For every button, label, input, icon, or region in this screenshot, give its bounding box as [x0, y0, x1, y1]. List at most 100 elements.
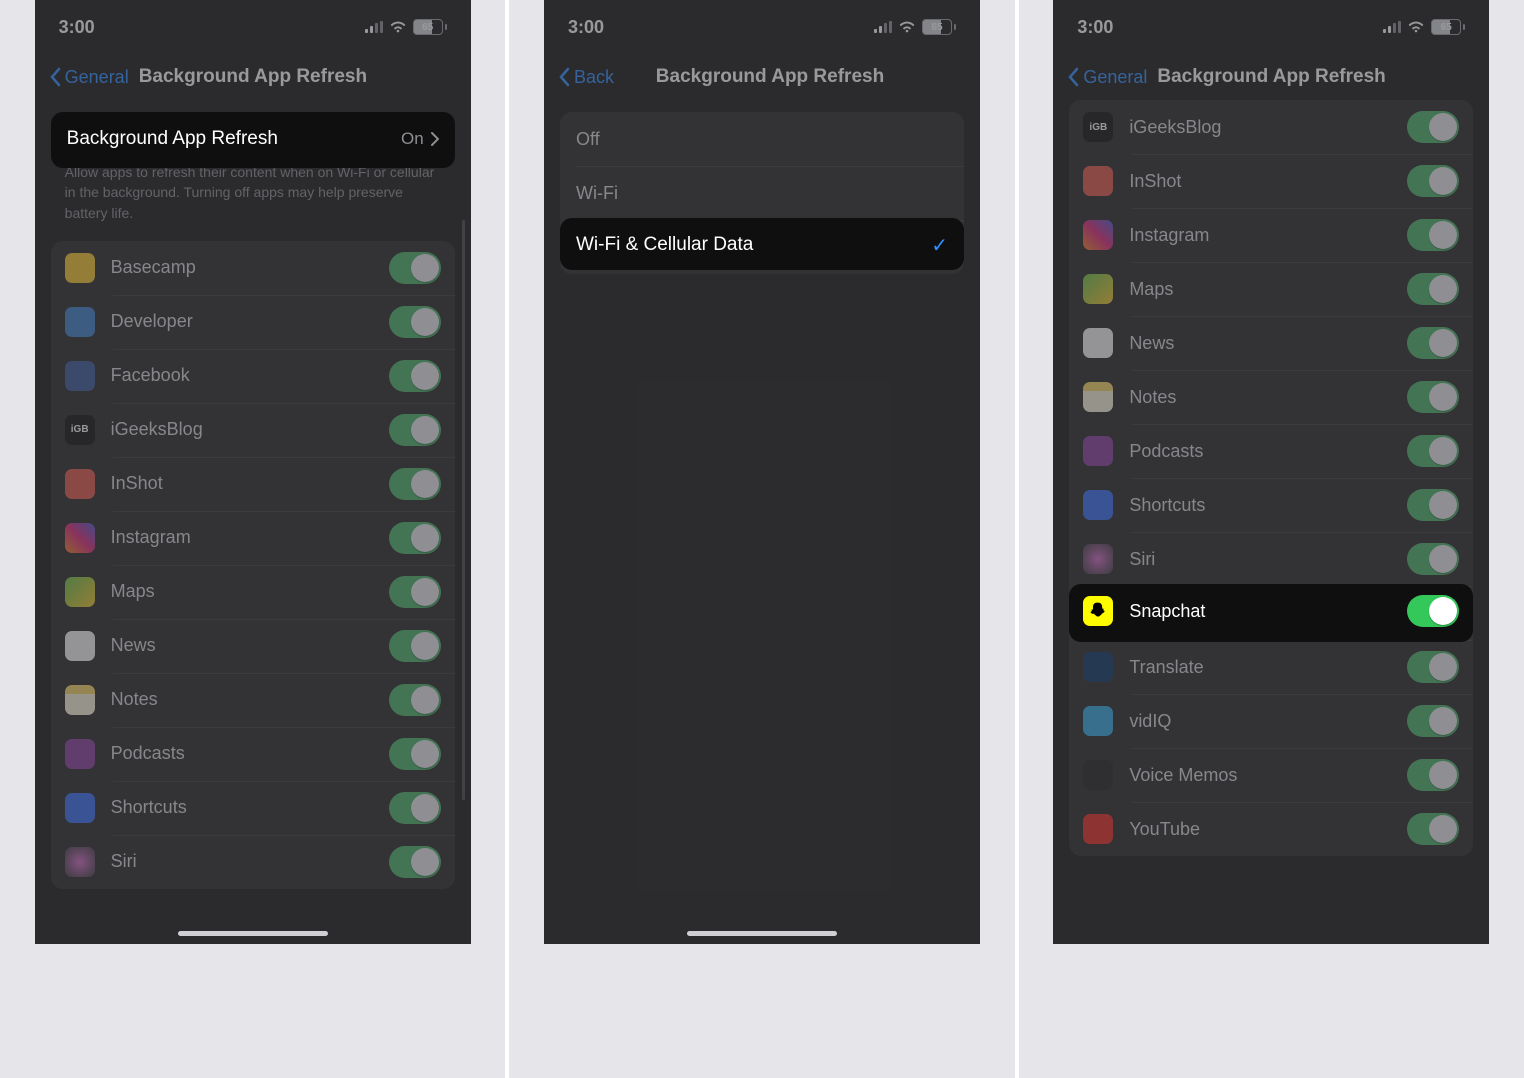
app-row[interactable]: Instagram [1069, 208, 1473, 262]
toggle[interactable] [389, 576, 441, 608]
app-row[interactable]: Maps [1069, 262, 1473, 316]
app-row[interactable]: Podcasts [51, 727, 455, 781]
toggle[interactable] [1407, 273, 1459, 305]
app-icon [1083, 382, 1113, 412]
toggle[interactable] [389, 738, 441, 770]
home-indicator[interactable] [687, 931, 837, 936]
toggle[interactable] [1407, 381, 1459, 413]
nav-header: Back Background App Refresh [544, 54, 980, 100]
nav-header: General Background App Refresh [35, 54, 471, 100]
toggle[interactable] [1407, 435, 1459, 467]
app-row[interactable]: Notes [1069, 370, 1473, 424]
app-row[interactable]: Podcasts [1069, 424, 1473, 478]
status-bar: 3:00 65 [35, 0, 471, 54]
option-row[interactable]: Wi-Fi [560, 166, 964, 220]
option-label: Wi-Fi [576, 183, 618, 204]
toggle[interactable] [389, 306, 441, 338]
option-row[interactable]: Off [560, 112, 964, 166]
battery-icon: 65 [922, 19, 956, 35]
app-row[interactable]: InShot [1069, 154, 1473, 208]
toggle[interactable] [389, 522, 441, 554]
app-icon [65, 631, 95, 661]
app-row[interactable]: iGeeksBlog [1069, 100, 1473, 154]
app-row-snapchat[interactable]: Snapchat [1069, 584, 1473, 642]
toggle[interactable] [389, 684, 441, 716]
app-row[interactable]: News [1069, 316, 1473, 370]
toggle[interactable] [1407, 595, 1459, 627]
app-row[interactable]: Voice Memos [1069, 748, 1473, 802]
toggle[interactable] [389, 414, 441, 446]
toggle[interactable] [389, 360, 441, 392]
app-icon [1083, 706, 1113, 736]
app-label: Instagram [111, 527, 389, 548]
app-label: Siri [1129, 549, 1407, 570]
checkmark-icon: ✓ [931, 233, 948, 258]
toggle[interactable] [1407, 813, 1459, 845]
app-row[interactable]: News [51, 619, 455, 673]
toggle[interactable] [1407, 705, 1459, 737]
app-icon [1083, 328, 1113, 358]
app-label: iGeeksBlog [111, 419, 389, 440]
back-button[interactable]: General [49, 67, 129, 88]
toggle[interactable] [1407, 759, 1459, 791]
toggle[interactable] [1407, 165, 1459, 197]
toggle[interactable] [389, 630, 441, 662]
toggle[interactable] [389, 468, 441, 500]
app-icon [1083, 220, 1113, 250]
app-row[interactable]: Facebook [51, 349, 455, 403]
page-title: Background App Refresh [139, 66, 457, 88]
app-row[interactable]: InShot [51, 457, 455, 511]
app-label: Basecamp [111, 257, 389, 278]
chevron-left-icon [1067, 67, 1079, 87]
app-row[interactable]: iGeeksBlog [51, 403, 455, 457]
toggle[interactable] [389, 846, 441, 878]
app-row[interactable]: vidIQ [1069, 694, 1473, 748]
app-icon [1083, 652, 1113, 682]
toggle[interactable] [389, 792, 441, 824]
app-row[interactable]: Instagram [51, 511, 455, 565]
back-button[interactable]: General [1067, 67, 1147, 88]
status-time: 3:00 [568, 17, 604, 38]
app-row[interactable]: Shortcuts [1069, 478, 1473, 532]
app-icon [1083, 112, 1113, 142]
scrollbar[interactable] [462, 220, 465, 800]
app-icon [1083, 760, 1113, 790]
option-wifi-cellular[interactable]: Wi-Fi & Cellular Data ✓ [560, 218, 964, 270]
page-title: Background App Refresh [1157, 66, 1475, 88]
app-label: Facebook [111, 365, 389, 386]
app-label: Podcasts [111, 743, 389, 764]
app-icon [1083, 274, 1113, 304]
screen-bgrefresh-main: 3:00 65 General Background App Refresh A… [35, 0, 471, 944]
toggle[interactable] [1407, 489, 1459, 521]
bgrefresh-cell[interactable]: Background App Refresh On [51, 112, 455, 168]
app-row[interactable]: Siri [1069, 532, 1473, 586]
option-label: Off [576, 129, 600, 150]
toggle[interactable] [1407, 543, 1459, 575]
toggle[interactable] [1407, 651, 1459, 683]
app-row[interactable]: Basecamp [51, 241, 455, 295]
app-icon [1083, 166, 1113, 196]
app-row[interactable]: Developer [51, 295, 455, 349]
app-row[interactable]: Siri [51, 835, 455, 889]
toggle[interactable] [1407, 327, 1459, 359]
app-row[interactable]: Notes [51, 673, 455, 727]
toggle[interactable] [1407, 111, 1459, 143]
app-icon [65, 415, 95, 445]
app-label: Maps [1129, 279, 1407, 300]
app-row[interactable]: Shortcuts [51, 781, 455, 835]
app-icon [65, 847, 95, 877]
app-row[interactable]: YouTube [1069, 802, 1473, 856]
wifi-icon [1407, 20, 1425, 34]
app-label: Maps [111, 581, 389, 602]
toggle[interactable] [389, 252, 441, 284]
toggle[interactable] [1407, 219, 1459, 251]
home-indicator[interactable] [178, 931, 328, 936]
app-label: YouTube [1129, 819, 1407, 840]
app-row[interactable]: Maps [51, 565, 455, 619]
app-icon [65, 739, 95, 769]
app-icon [65, 361, 95, 391]
screen-bgrefresh-scrolled: 3:00 65 General Background App Refresh i… [1053, 0, 1489, 944]
chevron-left-icon [49, 67, 61, 87]
app-icon [65, 307, 95, 337]
app-row[interactable]: Translate [1069, 640, 1473, 694]
